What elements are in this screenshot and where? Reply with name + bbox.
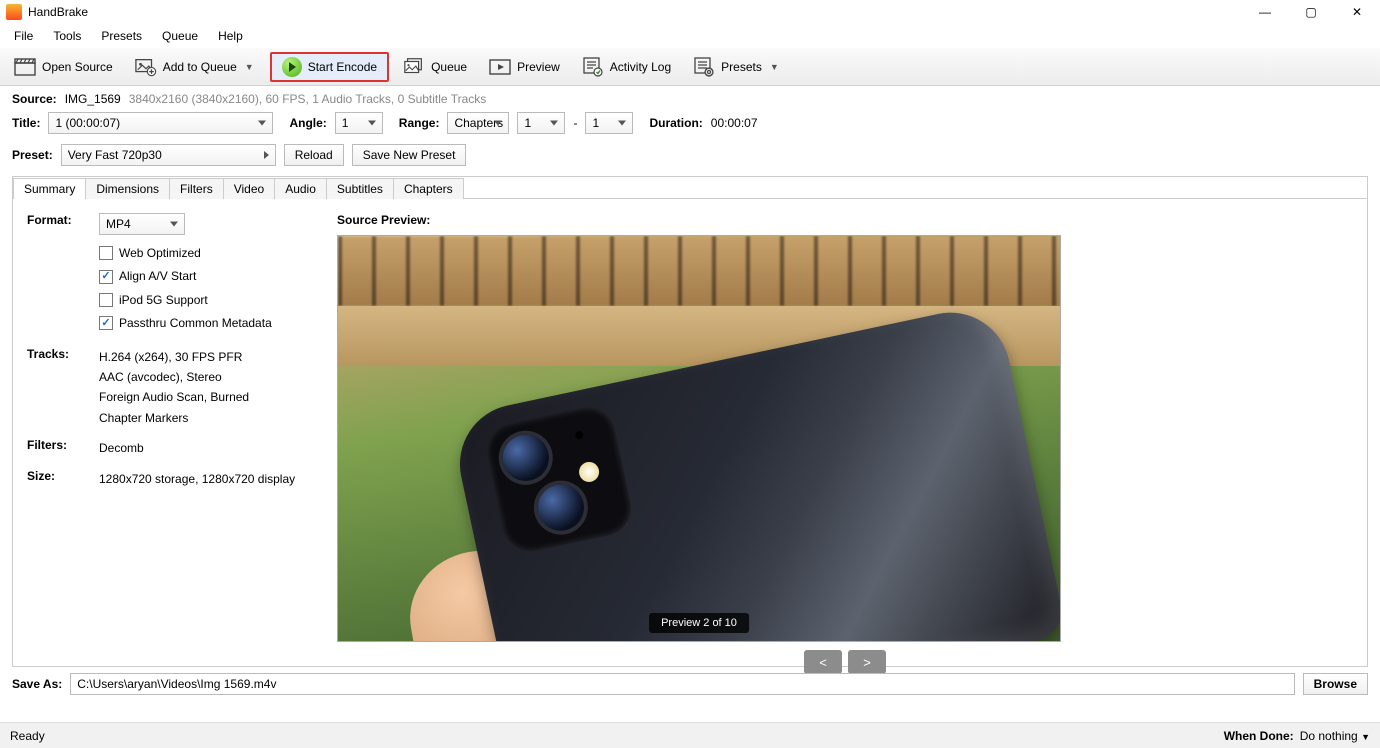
tab-filters[interactable]: Filters — [169, 178, 224, 199]
presets-icon — [693, 57, 715, 77]
tab-chapters[interactable]: Chapters — [393, 178, 464, 199]
presets-label: Presets — [721, 60, 762, 74]
source-label: Source: — [12, 92, 57, 106]
preview-badge: Preview 2 of 10 — [649, 613, 749, 633]
maximize-button[interactable]: ▢ — [1288, 0, 1334, 24]
save-as-label: Save As: — [12, 677, 62, 691]
filters-value: Decomb — [99, 438, 313, 458]
save-row: Save As: C:\Users\aryan\Videos\Img 1569.… — [0, 667, 1380, 701]
preview-label: Preview — [517, 60, 560, 74]
format-select[interactable]: MP4 — [99, 213, 185, 235]
preset-select[interactable]: Very Fast 720p30 — [61, 144, 276, 166]
when-done-value[interactable]: Do nothing ▼ — [1300, 729, 1370, 743]
preview-icon — [489, 57, 511, 77]
presets-button[interactable]: Presets ▼ — [685, 52, 789, 82]
log-icon — [582, 57, 604, 77]
angle-label: Angle: — [289, 116, 326, 130]
menu-tools[interactable]: Tools — [45, 27, 89, 45]
save-new-preset-button[interactable]: Save New Preset — [352, 144, 467, 166]
open-source-label: Open Source — [42, 60, 113, 74]
tabs-container: Summary Dimensions Filters Video Audio S… — [12, 176, 1368, 667]
titlebar: HandBrake — ▢ ✕ — [0, 0, 1380, 24]
angle-select[interactable]: 1 — [335, 112, 383, 134]
tab-audio[interactable]: Audio — [274, 178, 327, 199]
menubar: File Tools Presets Queue Help — [0, 24, 1380, 48]
tabstrip: Summary Dimensions Filters Video Audio S… — [13, 177, 1367, 198]
title-select[interactable]: 1 (00:00:07) — [48, 112, 273, 134]
open-source-button[interactable]: Open Source — [6, 52, 121, 82]
activity-log-label: Activity Log — [610, 60, 671, 74]
ipod-checkbox[interactable]: iPod 5G Support — [99, 290, 313, 310]
image-plus-icon — [135, 57, 157, 77]
passthru-checkbox[interactable]: ✓Passthru Common Metadata — [99, 313, 313, 333]
filters-label: Filters: — [27, 438, 99, 458]
add-to-queue-button[interactable]: Add to Queue ▼ — [127, 52, 264, 82]
menu-queue[interactable]: Queue — [154, 27, 206, 45]
app-icon — [6, 4, 22, 20]
tab-dimensions[interactable]: Dimensions — [85, 178, 170, 199]
status-text: Ready — [10, 729, 45, 743]
title-label: Title: — [12, 116, 40, 130]
source-row: Source: IMG_1569 3840x2160 (3840x2160), … — [0, 86, 1380, 112]
range-to-select[interactable]: 1 — [585, 112, 633, 134]
source-name: IMG_1569 — [65, 92, 121, 106]
start-encode-label: Start Encode — [308, 60, 377, 74]
tab-summary[interactable]: Summary — [13, 178, 86, 199]
minimize-button[interactable]: — — [1242, 0, 1288, 24]
title-row: Title: 1 (00:00:07) Angle: 1 Range: Chap… — [0, 112, 1380, 140]
when-done-label: When Done: — [1224, 729, 1294, 743]
duration-label: Duration: — [649, 116, 702, 130]
queue-label: Queue — [431, 60, 467, 74]
preview-panel: Source Preview: Preview 2 of 10 < > — [337, 213, 1353, 656]
menu-file[interactable]: File — [6, 27, 41, 45]
toolbar: Open Source Add to Queue ▼ Start Encode … — [0, 48, 1380, 86]
source-preview-label: Source Preview: — [337, 213, 1353, 227]
web-optimized-checkbox[interactable]: Web Optimized — [99, 243, 313, 263]
reload-button[interactable]: Reload — [284, 144, 344, 166]
tab-subtitles[interactable]: Subtitles — [326, 178, 394, 199]
app-title: HandBrake — [28, 5, 88, 19]
save-as-input[interactable]: C:\Users\aryan\Videos\Img 1569.m4v — [70, 673, 1294, 695]
close-button[interactable]: ✕ — [1334, 0, 1380, 24]
preview-image: Preview 2 of 10 — [337, 235, 1061, 642]
size-label: Size: — [27, 469, 99, 489]
queue-icon — [403, 57, 425, 77]
add-to-queue-dropdown[interactable]: ▼ — [243, 62, 256, 72]
preview-button[interactable]: Preview — [481, 52, 568, 82]
range-from-select[interactable]: 1 — [517, 112, 565, 134]
preset-label: Preset: — [12, 148, 53, 162]
summary-panel: Format: MP4 Web Optimized ✓Align A/V Sta… — [27, 213, 313, 656]
size-value: 1280x720 storage, 1280x720 display — [99, 469, 313, 489]
range-label: Range: — [399, 116, 440, 130]
preset-row: Preset: Very Fast 720p30 Reload Save New… — [0, 140, 1380, 176]
tracks-label: Tracks: — [27, 347, 99, 429]
browse-button[interactable]: Browse — [1303, 673, 1368, 695]
status-bar: Ready When Done: Do nothing ▼ — [0, 722, 1380, 748]
duration-value: 00:00:07 — [711, 116, 758, 130]
menu-help[interactable]: Help — [210, 27, 251, 45]
clapper-icon — [14, 57, 36, 77]
align-av-checkbox[interactable]: ✓Align A/V Start — [99, 266, 313, 286]
menu-presets[interactable]: Presets — [93, 27, 150, 45]
play-icon — [282, 57, 302, 77]
activity-log-button[interactable]: Activity Log — [574, 52, 679, 82]
presets-dropdown[interactable]: ▼ — [768, 62, 781, 72]
start-encode-button[interactable]: Start Encode — [270, 52, 389, 82]
tab-video[interactable]: Video — [223, 178, 275, 199]
format-label: Format: — [27, 213, 99, 337]
range-type-select[interactable]: Chapters — [447, 112, 509, 134]
queue-button[interactable]: Queue — [395, 52, 475, 82]
tracks-body: H.264 (x264), 30 FPS PFR AAC (avcodec), … — [99, 347, 313, 429]
source-details: 3840x2160 (3840x2160), 60 FPS, 1 Audio T… — [129, 92, 487, 106]
tab-content: Format: MP4 Web Optimized ✓Align A/V Sta… — [13, 198, 1367, 666]
add-to-queue-label: Add to Queue — [163, 60, 237, 74]
